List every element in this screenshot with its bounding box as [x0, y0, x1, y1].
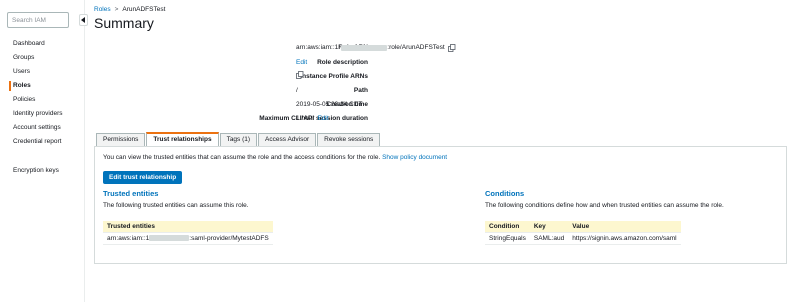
role-arn-suffix: :role/ArunADFSTest [387, 44, 445, 51]
tab-permissions[interactable]: Permissions [96, 133, 146, 146]
key-cell: SAML:aud [529, 232, 569, 245]
sidebar-item-identity-providers[interactable]: Identity providers [0, 107, 85, 121]
trusted-entity-suffix: :saml-provider/MytestADFS [189, 235, 269, 242]
conditions-table: Condition Key Value StringEquals SAML:au… [485, 221, 681, 245]
conditions-description: The following conditions define how and … [485, 202, 724, 209]
intro-description: You can view the trusted entities that c… [103, 154, 381, 161]
condition-cell: StringEquals [485, 232, 530, 245]
breadcrumb-separator: > [114, 6, 119, 13]
instance-profile-arns-label: Instance Profile ARNs [300, 73, 368, 80]
trusted-entity-prefix: arn:aws:iam::1 [107, 235, 150, 242]
trust-relationships-panel: You can view the trusted entities that c… [94, 146, 787, 264]
sidebar-item-credential-report[interactable]: Credential report [0, 135, 85, 149]
role-description-edit-link[interactable]: Edit [296, 57, 307, 69]
role-arn-value: arn:aws:iam::1 :role/ArunADFSTest [296, 42, 456, 54]
breadcrumb: Roles > ArunADFSTest [94, 6, 165, 13]
summary-row-role-arn: Role ARN arn:aws:iam::1:role/ArunADFSTes… [86, 42, 800, 54]
sidebar-nav: Dashboard Groups Users Roles Policies Id… [0, 37, 85, 149]
sidebar-item-policies[interactable]: Policies [0, 93, 85, 107]
tab-revoke-sessions[interactable]: Revoke sessions [317, 133, 381, 146]
creation-time-value: 2019-05-05 20:34 CDT [296, 101, 363, 108]
summary-row-role-description: Role description Edit [86, 57, 800, 69]
sidebar-item-groups[interactable]: Groups [0, 51, 85, 65]
main-content: Roles > ArunADFSTest Summary Role ARN ar… [86, 0, 800, 302]
trusted-entities-column-header: Trusted entities [103, 221, 273, 233]
role-description-label: Role description [317, 59, 368, 66]
sidebar-item-encryption-keys[interactable]: Encryption keys [13, 167, 59, 174]
sidebar-item-roles[interactable]: Roles [0, 79, 85, 93]
copy-icon[interactable] [296, 71, 304, 79]
chevron-left-icon [81, 17, 85, 23]
collapse-sidebar-button[interactable] [79, 14, 88, 26]
path-label: Path [353, 87, 368, 94]
max-session-value: 1 hour [296, 115, 315, 122]
sidebar-item-dashboard[interactable]: Dashboard [0, 37, 85, 51]
copy-icon[interactable] [447, 44, 456, 52]
trusted-entities-table: Trusted entities arn:aws:iam::1 :saml-pro… [103, 221, 273, 245]
redacted-account-id [341, 45, 388, 51]
breadcrumb-roles-link[interactable]: Roles [94, 6, 111, 13]
trusted-entities-title: Trusted entities [103, 189, 159, 198]
value-column-header: Value [568, 221, 681, 233]
page-title: Summary [94, 15, 154, 31]
summary-row-creation-time: Creation time 2019-05-05 20:34 CDT [86, 99, 800, 111]
condition-column-header: Condition [485, 221, 530, 233]
trusted-entities-description: The following trusted entities can assum… [103, 202, 249, 209]
show-policy-document-link[interactable]: Show policy document [382, 154, 447, 161]
summary-row-max-session: Maximum CLI/API session duration 1 hour … [86, 113, 800, 125]
max-session-edit-link[interactable]: Edit [317, 113, 328, 125]
sidebar-item-account-settings[interactable]: Account settings [0, 121, 85, 135]
summary-row-instance-profile-arns: Instance Profile ARNs [86, 71, 800, 83]
tab-tags[interactable]: Tags (1) [219, 133, 258, 146]
intro-text: You can view the trusted entities that c… [103, 154, 447, 161]
table-row: StringEquals SAML:aud https://signin.aws… [485, 232, 681, 245]
role-arn-prefix: arn:aws:iam::1 [296, 44, 339, 51]
tab-bar: Permissions Trust relationships Tags (1)… [96, 132, 381, 146]
path-value: / [296, 87, 298, 94]
sidebar-item-users[interactable]: Users [0, 65, 85, 79]
tab-trust-relationships[interactable]: Trust relationships [146, 132, 219, 146]
table-row: arn:aws:iam::1 :saml-provider/MytestADFS [103, 232, 273, 245]
value-cell: https://signin.aws.amazon.com/saml [568, 232, 681, 245]
trusted-entity-cell: arn:aws:iam::1 :saml-provider/MytestADFS [103, 232, 273, 245]
tab-access-advisor[interactable]: Access Advisor [258, 133, 317, 146]
search-input[interactable] [7, 12, 69, 28]
conditions-title: Conditions [485, 189, 525, 198]
summary-row-path: Path / [86, 85, 800, 97]
sidebar: Dashboard Groups Users Roles Policies Id… [0, 0, 85, 302]
key-column-header: Key [529, 221, 569, 233]
edit-trust-relationship-button[interactable]: Edit trust relationship [103, 171, 183, 184]
redacted-account-id [149, 235, 190, 242]
breadcrumb-current: ArunADFSTest [122, 6, 166, 13]
